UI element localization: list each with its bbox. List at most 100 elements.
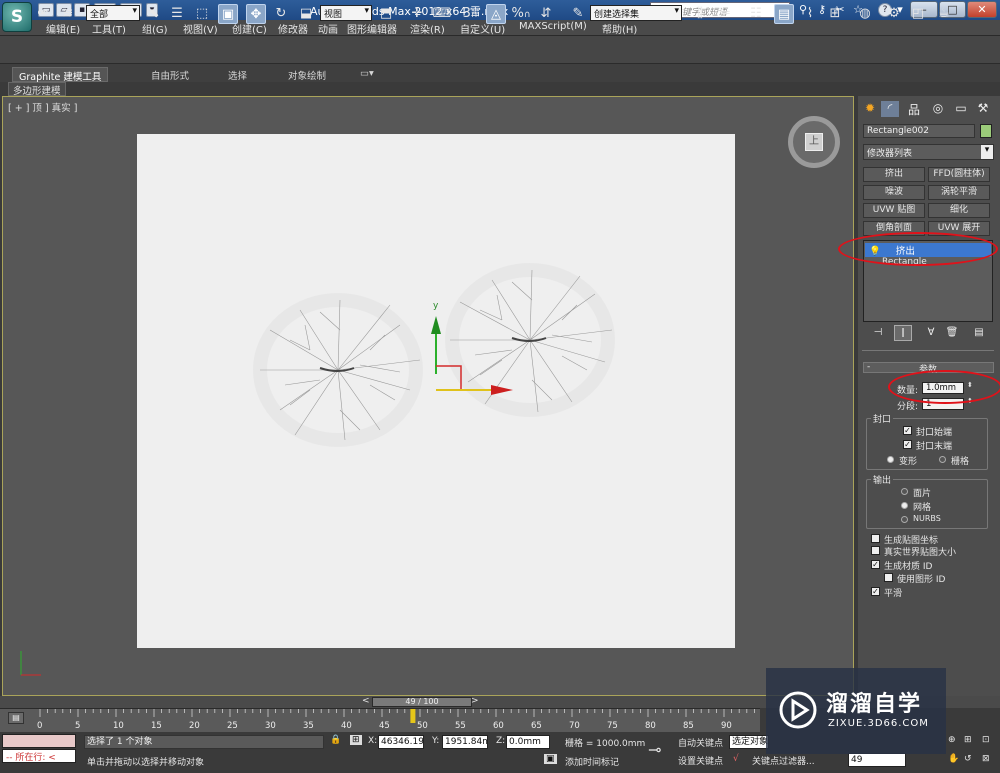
menu-tools[interactable]: 工具(T): [92, 21, 126, 36]
use-shape-ids-checkbox[interactable]: [884, 573, 893, 582]
key-filters-button[interactable]: 关键点过滤器...: [752, 754, 815, 767]
selection-filter-dropdown[interactable]: 全部 ▾: [86, 5, 140, 21]
cap-end-checkbox[interactable]: ✓: [903, 440, 912, 449]
smooth-checkbox[interactable]: ✓: [871, 587, 880, 596]
show-end-result-icon[interactable]: Ⅰ: [894, 325, 912, 341]
maximize-viewport-icon[interactable]: ⊠: [982, 754, 990, 764]
motion-tab-icon[interactable]: ◎: [929, 101, 947, 117]
keyboard-shortcut-toggle-icon[interactable]: ⌨: [432, 4, 452, 24]
select-object-icon[interactable]: ⬉: [144, 4, 164, 24]
select-and-scale-icon[interactable]: ⬓: [296, 4, 316, 24]
select-by-name-icon[interactable]: ☰: [167, 4, 187, 24]
y-coordinate-input[interactable]: 1951.84mm: [442, 735, 488, 749]
gen-matid-checkbox[interactable]: ✓: [871, 560, 880, 569]
tab-polygon-modeling[interactable]: 多边形建模: [8, 82, 66, 97]
maxscript-listener-top[interactable]: [2, 734, 76, 748]
reference-coordinate-dropdown[interactable]: 视图 ▾: [320, 5, 372, 21]
window-crossing-icon[interactable]: ▣: [218, 4, 238, 24]
modifier-list-dropdown[interactable]: 修改器列表 ▾: [863, 144, 994, 160]
x-coordinate-input[interactable]: 46346.199: [378, 735, 424, 749]
tessellate-button[interactable]: 细化: [928, 203, 990, 218]
maxscript-listener-bottom[interactable]: -- 所在行: <: [2, 749, 76, 763]
utilities-tab-icon[interactable]: ⚒: [974, 101, 992, 117]
move-gizmo[interactable]: y: [425, 296, 525, 401]
unlink-icon[interactable]: ⚮: [33, 4, 53, 24]
morph-radio[interactable]: [887, 456, 894, 463]
grid-radio[interactable]: [939, 456, 946, 463]
rendered-frame-icon[interactable]: ◰: [908, 4, 928, 24]
extrude-button[interactable]: 挤出: [863, 167, 925, 182]
mesh-radio[interactable]: [901, 502, 908, 509]
absolute-mode-icon[interactable]: ⊞: [350, 735, 362, 745]
ffd-cylinder-button[interactable]: FFD(圆柱体): [928, 167, 990, 182]
rectangular-selection-icon[interactable]: ⬚: [192, 4, 212, 24]
real-world-checkbox[interactable]: [871, 546, 880, 555]
viewport-label[interactable]: [ + ] 顶 ] 真实 ]: [8, 100, 77, 114]
time-slider[interactable]: 49 / 100: [372, 697, 472, 707]
key-mode-icon[interactable]: √: [733, 754, 739, 764]
graphite-toggle-icon[interactable]: ▤: [774, 4, 794, 24]
spinner-snap-icon[interactable]: ⇵: [536, 4, 556, 24]
make-unique-icon[interactable]: ∀: [922, 327, 940, 343]
time-tag-icon[interactable]: ▣: [544, 754, 557, 764]
edit-named-selection-icon[interactable]: ✎: [568, 4, 588, 24]
add-time-tag[interactable]: 添加时间标记: [565, 755, 619, 768]
modify-tab-icon[interactable]: ◜: [881, 101, 899, 117]
display-tab-icon[interactable]: ▭: [952, 101, 970, 117]
selected-object-dropdown[interactable]: 选定对象: [729, 735, 769, 749]
object-name-field[interactable]: Rectangle002: [863, 124, 975, 138]
mirror-icon[interactable]: ⫼: [690, 4, 710, 24]
uvw-map-button[interactable]: UVW 贴图: [863, 203, 925, 218]
menu-help[interactable]: 帮助(H): [602, 21, 637, 36]
auto-key-button[interactable]: 自动关键点: [678, 736, 723, 749]
material-editor-icon[interactable]: ◍: [855, 4, 875, 24]
zoom-extents-icon[interactable]: ⊡: [982, 735, 990, 745]
zoom-all-icon[interactable]: ⊞: [964, 735, 972, 745]
z-coordinate-input[interactable]: 0.0mm: [506, 735, 550, 749]
menu-animation[interactable]: 动画: [318, 21, 338, 36]
tab-object-paint[interactable]: 对象绘制: [282, 67, 332, 82]
pin-stack-icon[interactable]: ⊣: [869, 327, 887, 343]
bind-space-warp-icon[interactable]: ≋: [58, 4, 78, 24]
tab-freeform[interactable]: 自由形式: [145, 67, 195, 82]
turbosmooth-button[interactable]: 涡轮平滑: [928, 185, 990, 200]
pivot-center-icon[interactable]: ⬒: [376, 4, 396, 24]
select-and-manipulate-icon[interactable]: ✛: [407, 4, 427, 24]
viewcube[interactable]: 上: [788, 116, 840, 168]
nurbs-radio[interactable]: [901, 516, 908, 523]
orbit-icon[interactable]: ↺: [964, 754, 972, 764]
schematic-view-icon[interactable]: ⊞: [825, 4, 845, 24]
close-button[interactable]: ✕: [967, 1, 997, 18]
patch-radio[interactable]: [901, 488, 908, 495]
create-tab-icon[interactable]: ✹: [861, 101, 879, 117]
remove-modifier-icon[interactable]: 🗑: [943, 327, 961, 343]
select-and-rotate-icon[interactable]: ↻: [271, 4, 291, 24]
tab-selection[interactable]: 选择: [222, 67, 253, 82]
render-production-icon[interactable]: ☕: [934, 4, 954, 24]
object-color-swatch[interactable]: [980, 124, 992, 138]
select-and-move-icon[interactable]: ✥: [246, 4, 266, 24]
configure-sets-icon[interactable]: ▤: [970, 327, 988, 343]
set-key-button[interactable]: 设置关键点: [678, 754, 723, 767]
cap-start-checkbox[interactable]: ✓: [903, 426, 912, 435]
ribbon-options-icon[interactable]: ▭▾: [358, 67, 376, 82]
align-icon[interactable]: ⊨: [715, 4, 735, 24]
gen-mapping-checkbox[interactable]: [871, 534, 880, 543]
layer-manager-icon[interactable]: ☷: [746, 4, 766, 24]
prev-frame-button[interactable]: <: [362, 696, 370, 706]
snaps-toggle-icon[interactable]: 3∩: [460, 4, 480, 24]
mini-curve-editor-icon[interactable]: ▤: [8, 712, 24, 724]
noise-button[interactable]: 噪波: [863, 185, 925, 200]
named-selection-dropdown[interactable]: 创建选择集 ▾: [590, 5, 682, 21]
app-logo-button[interactable]: S: [2, 2, 32, 32]
next-frame-button[interactable]: >: [471, 696, 479, 706]
pan-icon[interactable]: ✋: [948, 754, 959, 764]
render-setup-icon[interactable]: ⚙: [884, 4, 904, 24]
selection-lock-icon[interactable]: 🔒: [330, 735, 341, 745]
viewcube-top-face[interactable]: 上: [805, 133, 823, 151]
tree-left[interactable]: [250, 290, 430, 450]
angle-snap-icon[interactable]: ◬: [486, 4, 506, 24]
curve-editor-icon[interactable]: ⌇: [800, 4, 820, 24]
zoom-icon[interactable]: ⊕: [948, 735, 956, 745]
current-frame-input[interactable]: 49: [848, 753, 906, 767]
